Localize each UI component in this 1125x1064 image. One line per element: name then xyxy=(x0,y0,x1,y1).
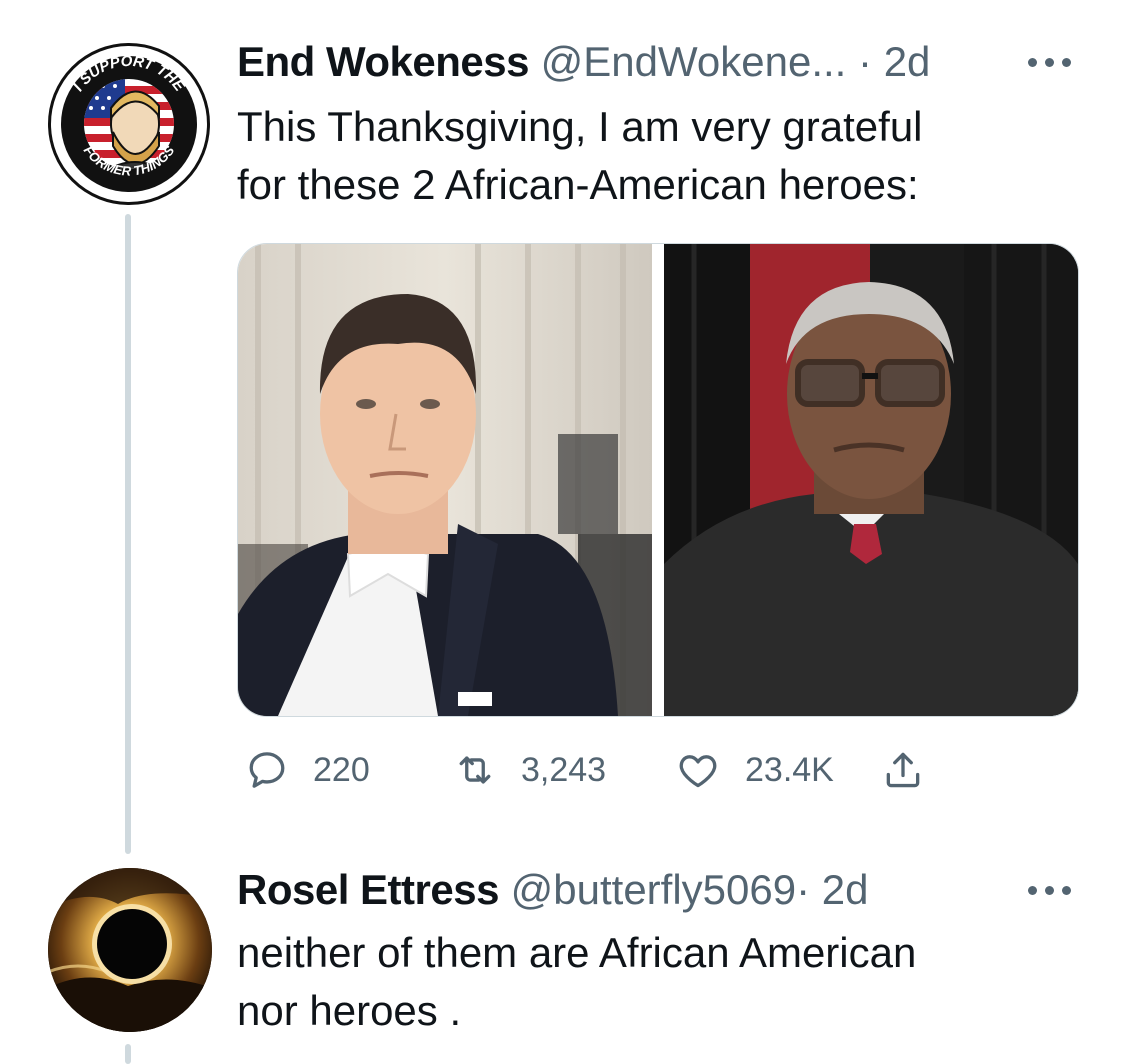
tweet-actions: 220 3,243 23.4K xyxy=(245,740,965,800)
more-options-icon[interactable] xyxy=(1028,56,1072,68)
reply-separator-dot: · xyxy=(796,866,811,913)
share-button[interactable] xyxy=(881,740,925,800)
tweet-text-line: for these 2 African-American heroes: xyxy=(237,161,919,208)
retweet-count: 3,243 xyxy=(521,750,607,789)
tweet-text-line: This Thanksgiving, I am very grateful xyxy=(237,103,923,150)
reply-user-handle[interactable]: @butterfly5069 xyxy=(511,866,796,913)
media-grid xyxy=(237,243,1079,717)
tweet-header: End Wokeness @EndWokene... · 2d xyxy=(237,38,930,86)
reply-timestamp[interactable]: 2d xyxy=(822,866,869,913)
separator-dot: · xyxy=(858,38,873,85)
reply-text-line: nor heroes . xyxy=(237,987,462,1034)
heart-icon xyxy=(679,755,717,788)
solar-eclipse-avatar-icon xyxy=(48,868,212,1032)
user-handle[interactable]: @EndWokene... xyxy=(541,38,847,85)
man-in-tuxedo-photo-icon xyxy=(238,244,652,716)
photo-robe[interactable] xyxy=(664,244,1078,716)
like-count: 23.4K xyxy=(745,750,834,789)
photo-tuxedo[interactable] xyxy=(238,244,652,716)
man-in-judicial-robe-photo-icon xyxy=(664,244,1078,716)
display-name[interactable]: End Wokeness xyxy=(237,38,529,85)
reply-header: Rosel Ettress @butterfly5069· 2d xyxy=(237,866,868,914)
reply-count: 220 xyxy=(313,750,370,789)
thread-connector-line xyxy=(125,214,131,854)
reply-display-name[interactable]: Rosel Ettress xyxy=(237,866,499,913)
avatar[interactable]: I SUPPORT THE FORMER THINGS xyxy=(48,43,210,205)
retweet-button[interactable]: 3,243 xyxy=(453,740,606,800)
reply-text: neither of them are African American nor… xyxy=(237,924,1097,1040)
reply-icon xyxy=(249,752,285,788)
share-icon xyxy=(886,752,920,788)
thread-connector-line-lower xyxy=(125,1044,131,1064)
retweet-icon xyxy=(459,756,491,784)
like-button[interactable]: 23.4K xyxy=(675,740,834,800)
reply-more-options-icon[interactable] xyxy=(1028,884,1072,896)
reply-text-line: neither of them are African American xyxy=(237,929,917,976)
former-things-badge-icon: I SUPPORT THE FORMER THINGS xyxy=(53,48,205,200)
timestamp[interactable]: 2d xyxy=(884,38,931,85)
tweet-text: This Thanksgiving, I am very grateful fo… xyxy=(237,98,1097,214)
reply-avatar[interactable] xyxy=(48,868,212,1032)
reply-button[interactable]: 220 xyxy=(245,740,370,800)
